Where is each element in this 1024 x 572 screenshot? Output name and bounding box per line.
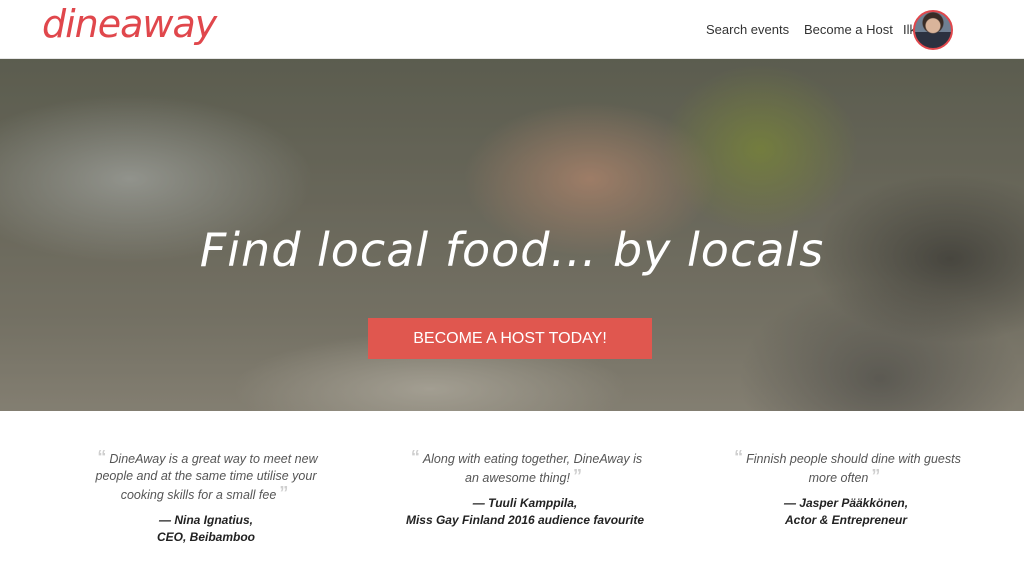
hero-title: Find local food... by locals (199, 223, 825, 277)
author-name: — Jasper Pääkkönen, (783, 496, 909, 510)
top-navigation-bar: dineaway Search events Become a Host Ilk… (0, 0, 1024, 59)
testimonial-author: — Jasper Pääkkönen, Actor & Entrepreneur (726, 495, 966, 529)
author-title: Miss Gay Finland 2016 audience favourite (405, 513, 645, 527)
open-quote-icon: “ (97, 447, 107, 467)
author-name: — Tuuli Kamppila, (472, 496, 578, 510)
testimonial-author: — Nina Ignatius, CEO, Beibamboo (86, 512, 326, 546)
testimonial-1: “DineAway is a great way to meet new peo… (86, 447, 326, 546)
author-title: Actor & Entrepreneur (784, 513, 908, 527)
dineaway-logo[interactable]: dineaway (42, 2, 217, 46)
nav-become-host-link[interactable]: Become a Host (804, 22, 893, 37)
open-quote-icon: “ (734, 447, 744, 467)
testimonial-quote-text: Finnish people should dine with guests m… (746, 452, 961, 485)
open-quote-icon: “ (410, 447, 420, 467)
testimonial-2: “Along with eating together, DineAway is… (405, 447, 645, 529)
hero-banner: Find local food... by locals BECOME A HO… (0, 59, 1024, 411)
testimonial-quote-text: Along with eating together, DineAway is … (422, 452, 643, 485)
author-name: — Nina Ignatius, (158, 513, 253, 527)
close-quote-icon: ” (279, 483, 289, 503)
user-avatar[interactable] (913, 10, 953, 50)
become-host-cta-button[interactable]: BECOME A HOST TODAY! (368, 318, 652, 359)
testimonial-quote: “DineAway is a great way to meet new peo… (86, 447, 326, 504)
nav-search-events-link[interactable]: Search events (706, 22, 789, 37)
testimonial-author: — Tuuli Kamppila, Miss Gay Finland 2016 … (405, 495, 645, 529)
close-quote-icon: ” (871, 466, 881, 486)
close-quote-icon: ” (572, 466, 582, 486)
testimonial-quote: “Finnish people should dine with guests … (726, 447, 966, 487)
testimonial-3: “Finnish people should dine with guests … (726, 447, 966, 529)
author-title: CEO, Beibamboo (156, 530, 255, 544)
testimonial-quote: “Along with eating together, DineAway is… (405, 447, 645, 487)
